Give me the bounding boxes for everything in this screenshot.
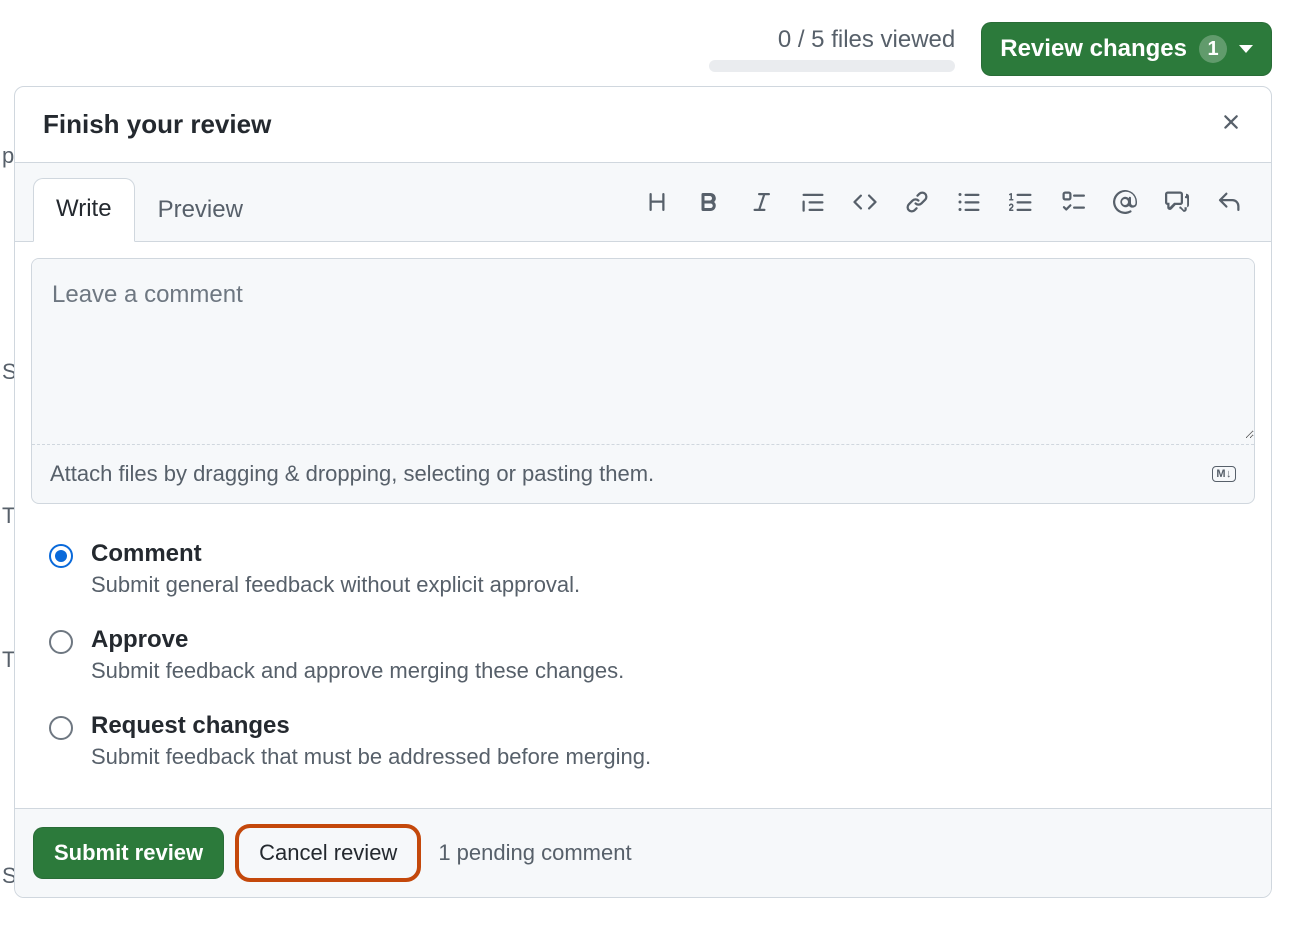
files-viewed-progress [709, 60, 955, 72]
option-desc: Submit feedback that must be addressed b… [91, 744, 651, 770]
attach-files-row[interactable]: Attach files by dragging & dropping, sel… [32, 444, 1254, 503]
panel-footer: Submit review Cancel review 1 pending co… [15, 808, 1271, 897]
attach-hint-text: Attach files by dragging & dropping, sel… [50, 461, 654, 487]
reply-icon[interactable] [1217, 190, 1241, 214]
tab-preview[interactable]: Preview [135, 179, 266, 242]
review-option-approve[interactable]: Approve Submit feedback and approve merg… [49, 612, 1237, 698]
quote-icon[interactable] [801, 190, 825, 214]
panel-header: Finish your review [15, 87, 1271, 163]
comment-box: Attach files by dragging & dropping, sel… [31, 258, 1255, 504]
unordered-list-icon[interactable] [957, 190, 981, 214]
chevron-down-icon [1239, 45, 1253, 53]
comment-textarea[interactable] [32, 259, 1254, 439]
option-desc: Submit feedback and approve merging thes… [91, 658, 624, 684]
review-options: Comment Submit general feedback without … [31, 504, 1255, 792]
link-icon[interactable] [905, 190, 929, 214]
editor-area: Attach files by dragging & dropping, sel… [15, 242, 1271, 808]
review-changes-label: Review changes [1000, 35, 1187, 63]
option-desc: Submit general feedback without explicit… [91, 572, 580, 598]
heading-icon[interactable] [645, 190, 669, 214]
italic-icon[interactable] [749, 190, 773, 214]
radio-request-changes[interactable] [49, 716, 73, 740]
option-title: Comment [91, 540, 580, 568]
review-option-request-changes[interactable]: Request changes Submit feedback that mus… [49, 698, 1237, 784]
radio-comment[interactable] [49, 544, 73, 568]
files-viewed-text: 0 / 5 files viewed [778, 26, 955, 54]
ordered-list-icon[interactable] [1009, 190, 1033, 214]
editor-tabbar: Write Preview [15, 163, 1271, 242]
code-icon[interactable] [853, 190, 877, 214]
review-changes-button[interactable]: Review changes 1 [981, 22, 1272, 76]
files-viewed-status: 0 / 5 files viewed [709, 26, 955, 72]
cancel-review-button[interactable]: Cancel review [238, 827, 418, 879]
formatting-toolbar [645, 170, 1253, 234]
cross-reference-icon[interactable] [1165, 190, 1189, 214]
close-icon[interactable] [1219, 110, 1243, 139]
pending-review-count: 1 [1199, 35, 1227, 63]
task-list-icon[interactable] [1061, 190, 1085, 214]
review-topbar: 0 / 5 files viewed Review changes 1 [709, 22, 1272, 76]
mention-icon[interactable] [1113, 190, 1137, 214]
option-title: Request changes [91, 712, 651, 740]
pending-comment-text: 1 pending comment [438, 840, 631, 866]
tab-write[interactable]: Write [33, 178, 135, 242]
review-option-comment[interactable]: Comment Submit general feedback without … [49, 526, 1237, 612]
submit-review-button[interactable]: Submit review [33, 827, 224, 879]
option-title: Approve [91, 626, 624, 654]
finish-review-panel: Finish your review Write Preview [14, 86, 1272, 898]
editor-tabs: Write Preview [33, 177, 266, 241]
markdown-icon[interactable]: M↓ [1212, 466, 1236, 482]
bold-icon[interactable] [697, 190, 721, 214]
radio-approve[interactable] [49, 630, 73, 654]
panel-title: Finish your review [43, 109, 271, 140]
